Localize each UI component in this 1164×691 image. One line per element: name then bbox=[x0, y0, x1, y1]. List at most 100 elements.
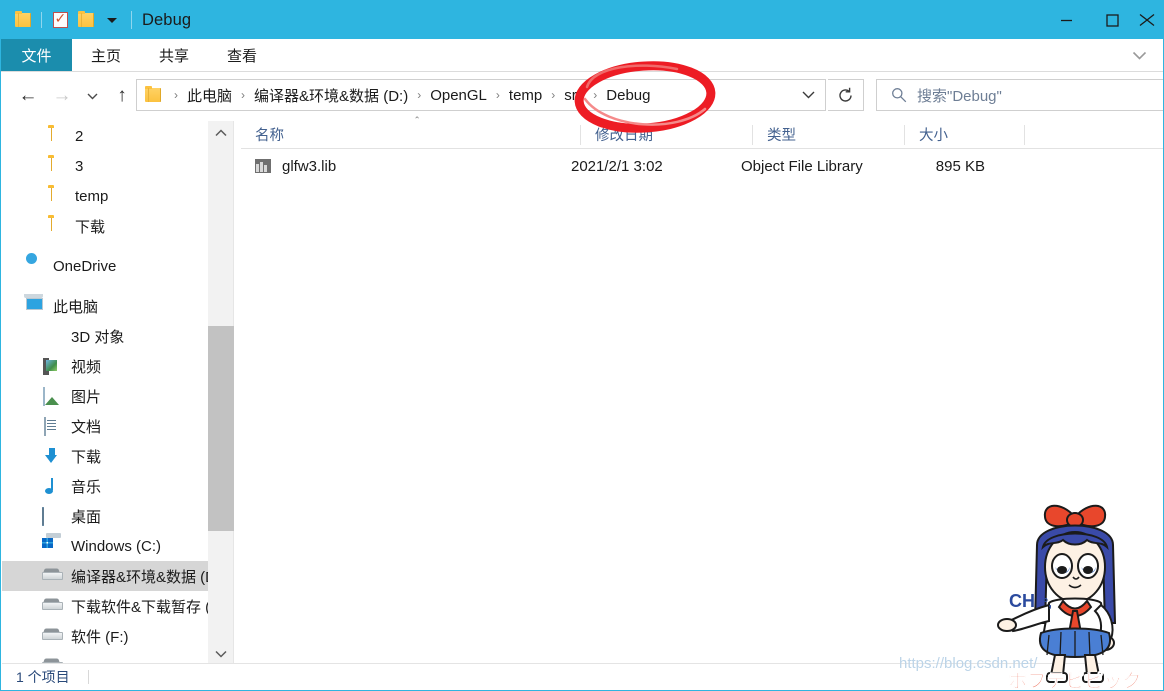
scroll-up-arrow[interactable] bbox=[208, 121, 234, 145]
recent-locations-button[interactable] bbox=[79, 81, 105, 111]
drive-icon bbox=[42, 598, 61, 615]
tab-home[interactable]: 主页 bbox=[72, 39, 140, 71]
address-bar[interactable]: › 此电脑 › 编译器&环境&数据 (D:) › OpenGL › temp ›… bbox=[136, 79, 826, 111]
folder-icon bbox=[46, 158, 65, 175]
minimize-button[interactable] bbox=[1043, 1, 1089, 39]
sidebar-item-label: 编译器&环境&数据 (D bbox=[71, 568, 208, 586]
breadcrumb-separator: › bbox=[593, 88, 598, 102]
tab-share[interactable]: 共享 bbox=[140, 39, 208, 71]
breadcrumb-separator: › bbox=[495, 88, 500, 102]
sidebar-item-onedrive[interactable]: OneDrive bbox=[2, 251, 208, 281]
sidebar-item-2[interactable]: 2 bbox=[2, 121, 208, 151]
tab-file[interactable]: 文件 bbox=[1, 39, 72, 71]
desktop-icon bbox=[42, 506, 61, 526]
chevron-down-icon bbox=[1132, 51, 1147, 60]
maximize-button[interactable] bbox=[1089, 1, 1135, 39]
forward-button[interactable]: → bbox=[45, 81, 79, 111]
sidebar-item-drive-e[interactable]: 下载软件&下载暂存 ( bbox=[2, 591, 208, 621]
column-headers: 名称 ＾ 修改日期 类型 大小 bbox=[241, 117, 1163, 149]
right-hand bbox=[1095, 635, 1115, 651]
sidebar-item-3[interactable]: 3 bbox=[2, 151, 208, 181]
table-row[interactable]: glfw3.lib 2021/2/1 3:02 Object File Libr… bbox=[241, 149, 1163, 183]
file-name-label: glfw3.lib bbox=[282, 157, 337, 175]
toolbar-divider bbox=[41, 12, 42, 28]
sidebar-item-3d-objects[interactable]: 3D 对象 bbox=[2, 321, 208, 351]
sidebar-item-label: 下载软件&下载暂存 ( bbox=[71, 598, 208, 616]
this-pc-icon bbox=[24, 298, 43, 315]
file-name-cell[interactable]: glfw3.lib bbox=[241, 158, 571, 175]
address-dropdown-button[interactable] bbox=[791, 80, 825, 110]
sidebar-item-temp[interactable]: temp bbox=[2, 181, 208, 211]
column-header-type-label: 类型 bbox=[767, 128, 796, 144]
sidebar-item-documents[interactable]: 文档 bbox=[2, 411, 208, 441]
downloads-icon bbox=[42, 448, 61, 465]
sidebar-item-downloads[interactable]: 下载 bbox=[2, 441, 208, 471]
search-box[interactable]: 搜索"Debug" bbox=[876, 79, 1163, 111]
videos-icon bbox=[42, 357, 61, 375]
skirt bbox=[1039, 627, 1111, 659]
folder-icon[interactable] bbox=[10, 7, 36, 33]
back-button[interactable]: ← bbox=[11, 81, 45, 111]
collar-scarf bbox=[1057, 599, 1093, 617]
bangs bbox=[1041, 532, 1109, 551]
breadcrumb-this-pc[interactable]: 此电脑 bbox=[185, 85, 234, 106]
navigation-pane: 2 3 temp 下载 OneDrive 此电脑 3D 对象 视频 图片 文档 … bbox=[2, 121, 208, 666]
face bbox=[1044, 531, 1106, 603]
sidebar-item-drive-f[interactable]: 软件 (F:) bbox=[2, 621, 208, 651]
folder-icon bbox=[46, 218, 65, 235]
search-input-placeholder[interactable]: 搜索"Debug" bbox=[917, 85, 1002, 106]
column-header-name-label: 名称 bbox=[255, 128, 284, 144]
scrollbar-thumb[interactable] bbox=[208, 326, 234, 531]
drive-icon bbox=[42, 568, 61, 585]
tab-view[interactable]: 查看 bbox=[208, 39, 276, 71]
customize-chevron-icon[interactable] bbox=[99, 7, 125, 33]
column-header-date-modified[interactable]: 修改日期 bbox=[581, 121, 753, 149]
address-folder-icon bbox=[145, 86, 161, 102]
right-arm bbox=[1093, 603, 1114, 641]
column-header-size-label: 大小 bbox=[919, 128, 948, 144]
folder-icon bbox=[46, 128, 65, 145]
sidebar-item-drive-d[interactable]: 编译器&环境&数据 (D bbox=[2, 561, 208, 591]
breadcrumb-temp[interactable]: temp bbox=[507, 87, 544, 104]
sidebar-item-label: 视频 bbox=[71, 358, 102, 376]
sidebar-item-downloads-folder[interactable]: 下载 bbox=[2, 211, 208, 241]
ribbon-tab-bar: 文件 主页 共享 查看 bbox=[1, 39, 1163, 72]
breadcrumb-separator: › bbox=[174, 88, 178, 102]
sidebar-scrollbar[interactable] bbox=[208, 121, 234, 666]
column-header-type[interactable]: 类型 bbox=[753, 121, 905, 149]
3d-objects-icon bbox=[42, 328, 61, 345]
sidebar-item-label: 2 bbox=[75, 127, 84, 145]
column-header-name[interactable]: 名称 ＾ bbox=[241, 117, 581, 149]
up-button[interactable]: ↑ bbox=[105, 81, 139, 111]
sidebar-item-label: 软件 (F:) bbox=[71, 628, 129, 646]
left-arm bbox=[1007, 603, 1050, 633]
breadcrumb-opengl[interactable]: OpenGL bbox=[428, 87, 489, 104]
close-icon bbox=[1139, 13, 1155, 27]
breadcrumb-debug[interactable]: Debug bbox=[604, 87, 652, 104]
onedrive-icon bbox=[24, 258, 43, 275]
library-file-icon bbox=[255, 159, 271, 173]
sidebar-item-music[interactable]: 音乐 bbox=[2, 471, 208, 501]
ribbon-expand-button[interactable] bbox=[1124, 39, 1155, 72]
breadcrumb-src[interactable]: src bbox=[562, 87, 586, 104]
status-bar: 1 个项目 bbox=[2, 663, 1163, 689]
column-header-size[interactable]: 大小 bbox=[905, 121, 1025, 149]
new-folder-icon[interactable] bbox=[73, 7, 99, 33]
item-count-label: 1 个项目 bbox=[16, 668, 70, 685]
sidebar-item-pictures[interactable]: 图片 bbox=[2, 381, 208, 411]
sidebar-item-this-pc[interactable]: 此电脑 bbox=[2, 291, 208, 321]
close-button[interactable] bbox=[1135, 1, 1163, 39]
sidebar-item-label: 音乐 bbox=[71, 478, 102, 496]
refresh-button[interactable] bbox=[828, 79, 864, 111]
sidebar-item-label: 桌面 bbox=[71, 508, 102, 526]
file-list: glfw3.lib 2021/2/1 3:02 Object File Libr… bbox=[241, 149, 1163, 183]
sidebar-item-label: temp bbox=[75, 187, 109, 205]
window-title: Debug bbox=[142, 10, 192, 29]
breadcrumb-drive-d[interactable]: 编译器&环境&数据 (D:) bbox=[252, 85, 410, 106]
file-type-cell: Object File Library bbox=[741, 157, 863, 175]
sidebar-item-windows-c[interactable]: Windows (C:) bbox=[2, 531, 208, 561]
properties-icon[interactable] bbox=[47, 7, 73, 33]
sidebar-item-desktop[interactable]: 桌面 bbox=[2, 501, 208, 531]
column-divider[interactable] bbox=[1024, 124, 1025, 145]
sidebar-item-videos[interactable]: 视频 bbox=[2, 351, 208, 381]
